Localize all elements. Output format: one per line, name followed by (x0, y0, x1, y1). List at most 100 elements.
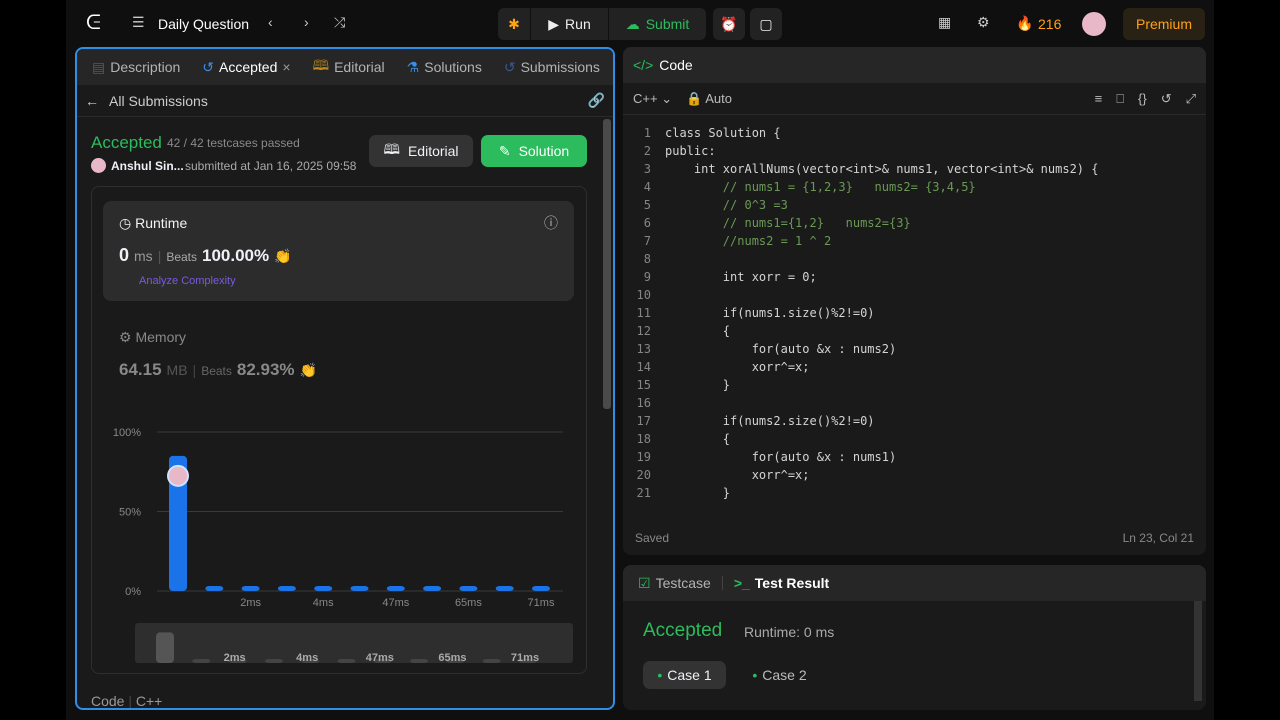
code-text: if(nums2.size()%2!=0) (665, 414, 875, 428)
streak-count[interactable]: 216 (1038, 16, 1061, 32)
terminal-icon: >_ (733, 575, 750, 591)
scrollbar[interactable] (603, 119, 611, 409)
line-number: 14 (636, 360, 651, 374)
chart-bar[interactable] (495, 586, 514, 591)
overview-bar (192, 659, 211, 663)
line-number: 13 (636, 342, 651, 356)
x-tick-label: 4ms (313, 597, 334, 609)
code-line: 12 { (623, 322, 1206, 340)
premium-button[interactable]: Premium (1123, 8, 1205, 40)
bookmark-icon[interactable]: ⎕ (1116, 91, 1124, 107)
braces-icon[interactable]: {} (1138, 91, 1147, 106)
line-number: 11 (636, 306, 651, 320)
overview-tick-label: 47ms (366, 652, 394, 664)
debug-button[interactable]: ✱ (498, 8, 530, 40)
line-number: 9 (643, 270, 651, 284)
app: ᕮ ☰ Daily Question ‹ › ⤮ ✱ ▶ Run ☁ Submit … (66, 0, 1214, 720)
leetcode-logo-icon[interactable]: ᕮ (86, 12, 101, 35)
overview-bar (482, 659, 501, 663)
overview-bar (337, 659, 356, 663)
avatar[interactable] (1082, 12, 1106, 36)
code-text: for(auto &x : nums1) (665, 450, 897, 464)
runtime-distribution-chart[interactable]: 0% 50% 100% 2ms 2ms 4ms 4ms 47ms 47ms 65ms 65ms 71m… (77, 49, 615, 710)
code-text: xorr^=x; (665, 360, 810, 374)
reset-icon[interactable]: ↺ (1161, 91, 1172, 107)
top-bar: ᕮ ☰ Daily Question ‹ › ⤮ ✱ ▶ Run ☁ Submit … (66, 0, 1214, 47)
submit-button[interactable]: ☁ Submit (609, 8, 706, 40)
line-number: 3 (643, 162, 651, 176)
overview-bar (156, 632, 174, 663)
result-panel: ☑ Testcase >_ Test Result Accepted Runtime… (623, 565, 1206, 710)
shuffle-icon[interactable]: ⤮ (334, 14, 345, 31)
scrollbar[interactable] (1194, 601, 1202, 701)
gear-icon[interactable]: ⚙ (977, 14, 990, 31)
code-line: 20 xorr^=x; (623, 466, 1206, 484)
layout-icon[interactable]: ▦ (938, 14, 951, 31)
code-text: // 0^3 =3 (665, 198, 788, 212)
code-line: 18 { (623, 430, 1206, 448)
overview-tick-label: 4ms (296, 652, 318, 664)
fire-icon: 🔥 (1016, 15, 1034, 31)
chart-bar[interactable] (423, 586, 442, 591)
code-line: 4 // nums1 = {1,2,3} nums2= {3,4,5} (623, 178, 1206, 196)
case-2-tab[interactable]: • Case 2 (738, 661, 821, 689)
code-line: 11 if(nums1.size()%2!=0) (623, 304, 1206, 322)
overview-bar (410, 659, 429, 663)
result-runtime: Runtime: 0 ms (744, 624, 835, 640)
chart-bar[interactable] (459, 586, 478, 591)
code-line: 15 } (623, 376, 1206, 394)
chart-bar[interactable] (532, 586, 550, 591)
prev-icon[interactable]: ‹ (268, 14, 273, 30)
x-tick-label: 2ms (240, 597, 261, 609)
overview-tick-label: 65ms (438, 652, 466, 664)
cloud-upload-icon: ☁ (625, 15, 640, 32)
code-text: { (665, 432, 731, 446)
chart-bar[interactable] (350, 586, 369, 591)
code-line: 6 // nums1={1,2} nums2={3} (623, 214, 1206, 232)
run-button[interactable]: ▶ Run (531, 8, 608, 40)
code-editor[interactable]: 1 class Solution {2 public: 3 int xorAllNum… (623, 115, 1206, 502)
chart-bar[interactable] (241, 586, 260, 591)
chart-bar[interactable] (205, 586, 224, 591)
tab-testcase[interactable]: ☑ Testcase (633, 575, 716, 592)
x-tick-label: 65ms (455, 597, 482, 609)
code-text: for(auto &x : nums2) (665, 342, 897, 356)
tab-test-result[interactable]: >_ Test Result (729, 575, 834, 591)
chart-bar[interactable] (277, 586, 296, 591)
run-label: Run (565, 16, 591, 32)
editor-toolbar: C++ ⌄ 🔒 Auto ≡ ⎕ {} ↺ ⤢ (623, 83, 1206, 115)
chart-bar[interactable] (314, 586, 333, 591)
code-line: 2 public: (623, 142, 1206, 160)
notes-button[interactable]: ▢ (750, 8, 782, 40)
y-tick-label: 50% (119, 507, 141, 519)
code-text: } (665, 486, 731, 500)
chart-bar[interactable] (386, 586, 405, 591)
code-title: Code (659, 57, 693, 73)
cursor-position: Ln 23, Col 21 (1122, 531, 1194, 545)
daily-question-link[interactable]: Daily Question (158, 16, 249, 32)
line-number: 17 (636, 414, 651, 428)
line-number: 10 (636, 288, 651, 302)
play-icon: ▶ (548, 15, 560, 32)
result-tabs: ☑ Testcase >_ Test Result (623, 565, 1206, 601)
code-line: 7 //nums2 = 1 ^ 2 (623, 232, 1206, 250)
format-icon[interactable]: ≡ (1095, 91, 1103, 106)
list-icon[interactable]: ☰ (132, 14, 145, 31)
line-number: 16 (636, 396, 651, 410)
expand-icon[interactable]: ⤢ (1186, 91, 1196, 107)
timer-button[interactable]: ⏰ (713, 8, 745, 40)
code-text: // nums1={1,2} nums2={3} (665, 216, 911, 230)
code-footer: Code | C++ (91, 693, 163, 709)
auto-mode[interactable]: 🔒 Auto (686, 91, 732, 107)
language-select[interactable]: C++ ⌄ (633, 91, 672, 107)
next-icon[interactable]: › (304, 14, 309, 30)
code-text: class Solution { (665, 126, 781, 140)
y-tick-label: 100% (113, 427, 141, 439)
case-1-tab[interactable]: • Case 1 (643, 661, 726, 689)
code-line: 21 } (623, 484, 1206, 502)
code-line: 5 // 0^3 =3 (623, 196, 1206, 214)
y-tick-label: 0% (125, 586, 141, 598)
line-number: 4 (643, 180, 651, 194)
code-line: 14 xorr^=x; (623, 358, 1206, 376)
line-number: 8 (643, 252, 651, 266)
